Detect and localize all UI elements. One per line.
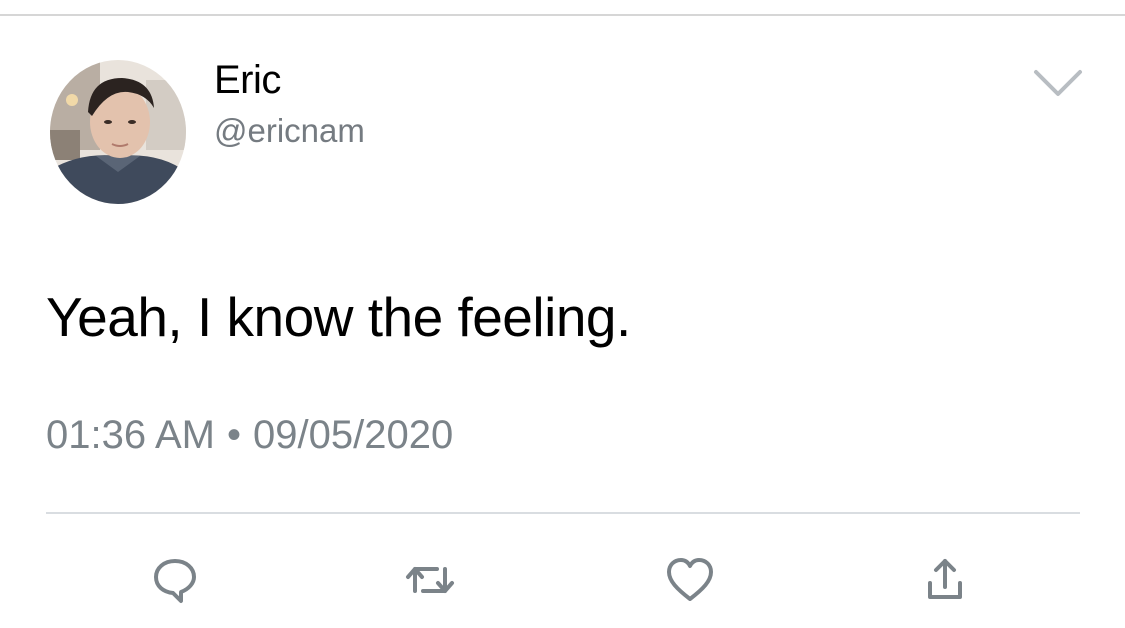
share-icon — [928, 559, 962, 599]
tweet-time: 01:36 AM — [46, 413, 216, 457]
top-divider — [0, 14, 1125, 16]
reply-icon — [154, 559, 196, 603]
author-handle[interactable]: @ericnam — [214, 112, 365, 150]
author-display-name[interactable]: Eric — [214, 58, 281, 103]
meta-separator: • — [227, 413, 242, 457]
reply-button[interactable] — [148, 553, 202, 607]
share-button[interactable] — [918, 553, 972, 607]
chevron-down-icon[interactable] — [1032, 66, 1084, 102]
like-button[interactable] — [663, 553, 717, 607]
tweet-text: Yeah, I know the feeling. — [46, 286, 631, 348]
tweet-timestamp: 01:36 AM • 09/05/2020 — [46, 413, 453, 458]
retweet-button[interactable] — [403, 553, 457, 607]
tweet-card: Eric @ericnam Yeah, I know the feeling. … — [0, 0, 1125, 628]
avatar[interactable] — [50, 60, 186, 204]
heart-icon — [667, 558, 713, 601]
actions-divider — [46, 512, 1080, 514]
retweet-icon — [406, 567, 454, 593]
tweet-date: 09/05/2020 — [253, 413, 454, 457]
